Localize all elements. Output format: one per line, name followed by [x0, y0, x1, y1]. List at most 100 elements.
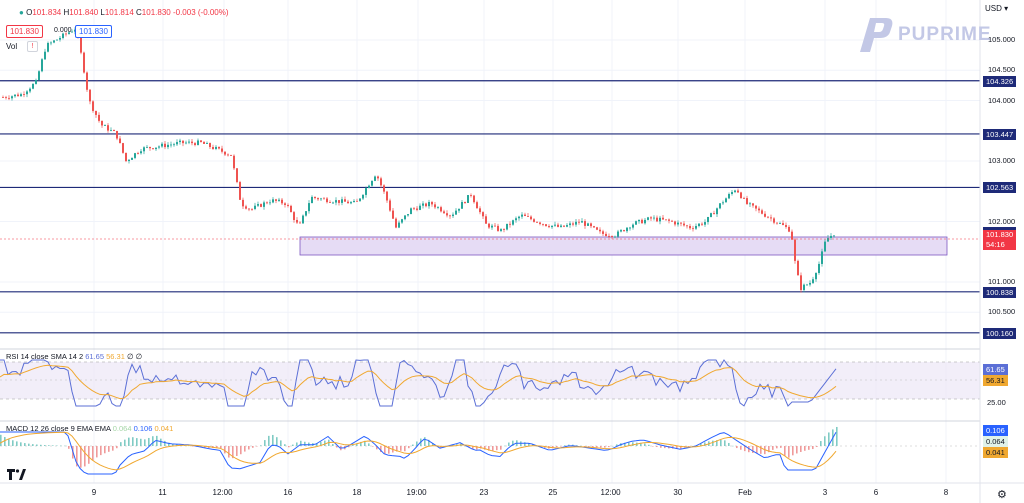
- price-tick: 104.500: [988, 65, 1016, 75]
- candle-body: [632, 224, 634, 228]
- candle-body: [176, 142, 178, 145]
- candle-body: [761, 210, 763, 214]
- candle-body: [572, 223, 574, 225]
- candle-body: [443, 211, 445, 214]
- macd-histogram-bar: [240, 446, 242, 455]
- macd-histogram-bar: [160, 438, 162, 446]
- currency-selector[interactable]: USD ▾: [985, 4, 1008, 13]
- macd-histogram-bar: [712, 440, 714, 446]
- volume-label[interactable]: Vol: [6, 42, 17, 51]
- candle-body: [437, 207, 439, 208]
- time-tick: 12:00: [212, 488, 233, 497]
- bar-countdown: 54:16: [986, 240, 1005, 249]
- candle-body: [785, 225, 787, 227]
- macd-histogram-bar: [788, 446, 790, 458]
- candle-body: [527, 215, 529, 217]
- candle-body: [518, 216, 520, 219]
- macd-histogram-bar: [116, 446, 118, 449]
- macd-histogram-bar: [600, 446, 602, 448]
- macd-histogram-bar: [56, 445, 58, 447]
- candle-body: [725, 198, 727, 203]
- candle-body: [650, 217, 652, 219]
- price-tick: 101.000: [988, 277, 1016, 286]
- candle-body: [257, 204, 259, 206]
- candle-body: [44, 51, 46, 60]
- candle-body: [488, 223, 490, 228]
- macd-histogram-bar: [496, 446, 498, 451]
- macd-histogram-bar: [92, 446, 94, 461]
- candle-body: [695, 226, 697, 229]
- macd-histogram-bar: [88, 446, 90, 464]
- candle-body: [539, 222, 541, 224]
- macd-histogram-bar: [720, 439, 722, 446]
- level-price-badge[interactable]: 102.563: [983, 182, 1017, 194]
- candle-body: [680, 222, 682, 224]
- candle-body: [581, 221, 583, 223]
- macd-value-badge: 0.106: [983, 425, 1008, 436]
- rsi-sma-badge: 56.31: [983, 375, 1008, 386]
- volume-warning-icon[interactable]: !: [27, 41, 38, 52]
- candle-body: [446, 213, 448, 216]
- candle-body: [638, 219, 640, 222]
- macd-histogram-bar: [228, 446, 230, 458]
- sell-price-box[interactable]: 101.830: [6, 25, 43, 38]
- candle-body: [17, 94, 19, 97]
- candle-body: [158, 146, 160, 148]
- candle-body: [245, 206, 247, 209]
- candle-body: [758, 208, 760, 211]
- candle-body: [383, 185, 385, 192]
- macd-histogram-bar: [264, 440, 266, 446]
- level-price-badge[interactable]: 104.326: [983, 75, 1017, 87]
- macd-histogram-bar: [724, 440, 726, 446]
- candle-body: [395, 218, 397, 228]
- candle-body: [455, 210, 457, 215]
- tradingview-logo-icon[interactable]: [6, 466, 26, 482]
- macd-histogram-bar: [148, 437, 150, 446]
- macd-histogram-bar: [132, 437, 134, 446]
- macd-histogram-bar: [64, 445, 66, 447]
- level-price-badge[interactable]: 100.838: [983, 286, 1017, 298]
- candle-body: [752, 203, 754, 206]
- last-price-badge[interactable]: 101.830 54:16: [983, 230, 1017, 250]
- time-tick: 19:00: [406, 488, 427, 497]
- candle-body: [827, 238, 829, 242]
- candle-body: [314, 196, 316, 199]
- candle-body: [575, 221, 577, 225]
- candle-body: [824, 241, 826, 252]
- candle-body: [239, 182, 241, 200]
- candle-body: [335, 200, 337, 203]
- candle-body: [254, 205, 256, 209]
- macd-histogram-bar: [604, 446, 606, 448]
- level-price-badge[interactable]: 103.447: [983, 128, 1017, 140]
- candle-body: [92, 101, 94, 111]
- candle-body: [368, 185, 370, 189]
- candle-body: [428, 201, 430, 207]
- buy-price-box[interactable]: 101.830: [75, 25, 112, 38]
- macd-histogram-bar: [164, 440, 166, 446]
- candle-body: [407, 214, 409, 216]
- candle-body: [623, 230, 625, 232]
- support-zone[interactable]: [299, 236, 948, 256]
- macd-histogram-bar: [52, 445, 54, 446]
- price-tick: 103.000: [988, 156, 1016, 165]
- macd-histogram-bar: [660, 446, 662, 448]
- time-tick: 25: [548, 488, 558, 497]
- level-price-badge[interactable]: 100.160: [983, 327, 1017, 339]
- gear-icon[interactable]: ⚙: [997, 488, 1007, 501]
- macd-histogram-bar: [108, 446, 110, 452]
- candle-body: [551, 225, 553, 228]
- macd-histogram-bar: [820, 441, 822, 446]
- candle-body: [365, 188, 367, 195]
- candle-body: [212, 147, 214, 149]
- candle-body: [608, 235, 610, 237]
- candle-body: [614, 236, 616, 238]
- candle-body: [224, 151, 226, 155]
- macd-histogram-bar: [836, 426, 838, 446]
- candle-body: [452, 214, 454, 217]
- candle-body: [809, 282, 811, 285]
- time-tick: 12:00: [600, 488, 621, 497]
- candle-body: [125, 152, 127, 162]
- rsi-band: [0, 362, 980, 399]
- macd-histogram-bar: [564, 445, 566, 446]
- macd-histogram-bar: [508, 442, 510, 446]
